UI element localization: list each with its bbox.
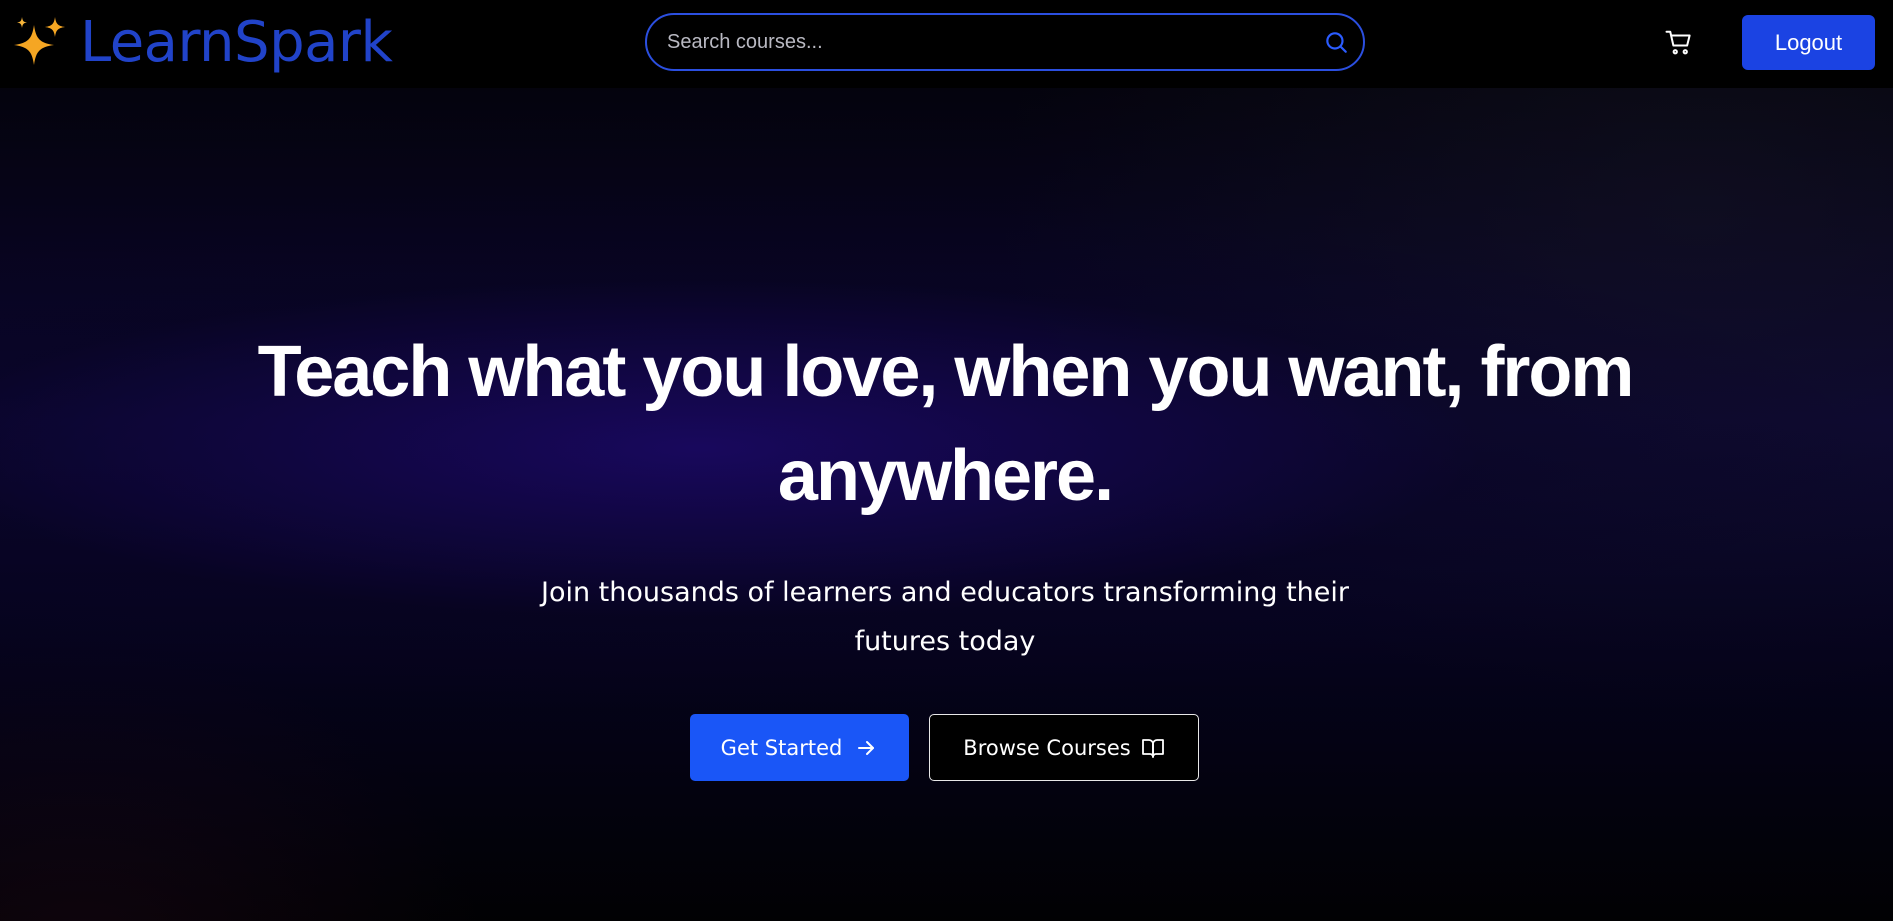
shopping-cart-icon[interactable] [1664,28,1694,58]
search-icon[interactable] [1323,29,1349,55]
hero-title: Teach what you love, when you want, from… [257,332,1635,516]
browse-courses-label: Browse Courses [963,735,1131,760]
get-started-label: Get Started [720,735,843,760]
search-input[interactable] [647,15,1323,69]
top-navbar: LearnSpark Logout [0,0,1893,88]
brand-logo[interactable]: LearnSpark [12,10,393,75]
brand-name: LearnSpark [80,10,393,75]
hero-subtitle: Join thousands of learners and educators… [541,577,1349,657]
get-started-button[interactable]: Get Started [690,714,909,781]
arrow-right-icon [858,740,875,755]
open-book-icon [1141,738,1164,758]
search-bar[interactable] [645,13,1365,71]
logout-button[interactable]: Logout [1742,15,1875,70]
page: LearnSpark Logout Teach what you love, w… [0,0,1893,921]
browse-courses-button[interactable]: Browse Courses [929,714,1199,781]
sparkles-icon [14,17,65,65]
